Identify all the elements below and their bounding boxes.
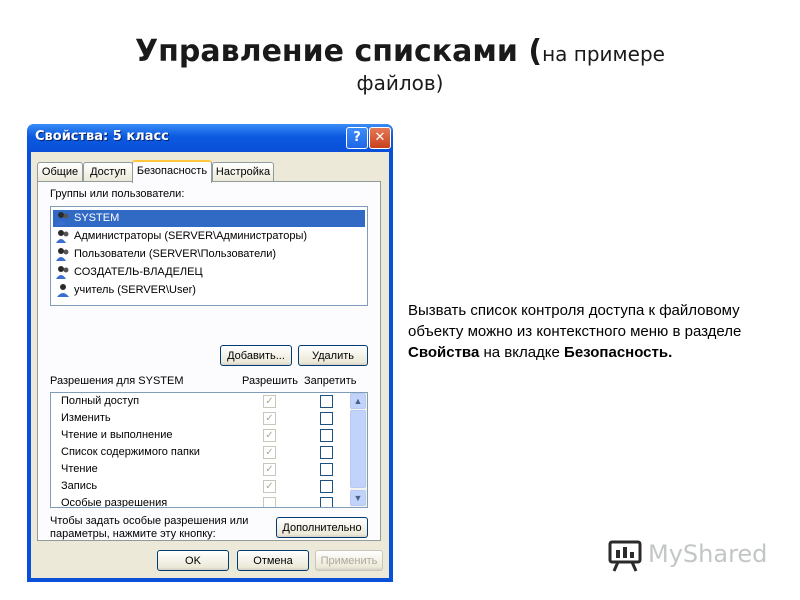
description-text: Вызвать список контроля доступа к файлов… [408, 300, 788, 363]
permissions-list[interactable]: Полный доступ ✓ Изменить ✓ Чтение и выпо… [50, 392, 368, 508]
permission-row: Изменить ✓ [51, 410, 351, 427]
list-item-user[interactable]: СОЗДАТЕЛЬ-ВЛАДЕЛЕЦ [53, 264, 365, 281]
allow-checkbox[interactable]: ✓ [263, 480, 276, 493]
slide-title-sub-2: файлов) [356, 71, 444, 95]
cancel-button[interactable]: Отмена [237, 550, 309, 571]
description-part-1: Вызвать список контроля доступа к файлов… [408, 302, 742, 340]
tab-security[interactable]: Безопасность [132, 160, 212, 183]
myshared-logo: MyShared [608, 538, 768, 574]
user-name: Администраторы (SERVER\Администраторы) [74, 230, 308, 242]
permission-name: Полный доступ [61, 395, 140, 407]
description-part-2: на вкладке [479, 344, 565, 361]
allow-checkbox[interactable] [263, 497, 276, 507]
description-bold-properties: Свойства [408, 344, 480, 361]
presentation-board-icon [608, 540, 642, 572]
deny-checkbox[interactable] [320, 463, 333, 476]
groups-label: Группы или пользователи: [50, 188, 185, 200]
users-icon [56, 248, 69, 261]
permission-row: Запись ✓ [51, 478, 351, 495]
properties-window: Свойства: 5 класс ? ✕ Общие Доступ Безоп… [27, 124, 393, 582]
description-bold-security: Безопасность. [564, 344, 673, 361]
tab-sharing[interactable]: Доступ [83, 162, 133, 181]
ok-button[interactable]: OK [157, 550, 229, 571]
user-name: SYSTEM [74, 212, 120, 224]
permission-name: Изменить [61, 412, 111, 424]
list-item-user[interactable]: SYSTEM [53, 210, 365, 227]
users-list[interactable]: SYSTEM Администраторы (SERVER\Администра… [50, 206, 368, 306]
deny-header: Запретить [304, 375, 357, 387]
users-icon [56, 230, 69, 243]
tab-general[interactable]: Общие [37, 162, 83, 181]
permission-name: Особые разрешения [61, 497, 168, 508]
permission-row: Список содержимого папки ✓ [51, 444, 351, 461]
permissions-label: Разрешения для SYSTEM [50, 375, 184, 387]
slide-title-main: Управление списками ( [135, 34, 543, 69]
list-item-user[interactable]: Администраторы (SERVER\Администраторы) [53, 228, 365, 245]
deny-checkbox[interactable] [320, 480, 333, 493]
security-panel: Группы или пользователи: SYSTEM Админист… [37, 181, 381, 541]
help-button[interactable]: ? [346, 127, 368, 149]
logo-text: MyShared [648, 540, 768, 568]
advanced-button[interactable]: Дополнительно [276, 517, 368, 538]
deny-checkbox[interactable] [320, 412, 333, 425]
allow-header: Разрешить [242, 375, 298, 387]
allow-checkbox[interactable]: ✓ [263, 463, 276, 476]
list-item-user[interactable]: Пользователи (SERVER\Пользователи) [53, 246, 365, 263]
user-name: Пользователи (SERVER\Пользователи) [74, 248, 277, 260]
slide-title: Управление списками (на примере файлов) [0, 34, 800, 95]
deny-checkbox[interactable] [320, 497, 333, 507]
deny-checkbox[interactable] [320, 429, 333, 442]
permission-row: Полный доступ ✓ [51, 393, 351, 410]
window-client: Общие Доступ Безопасность Настройка Груп… [31, 152, 389, 578]
permission-row: Особые разрешения [51, 495, 351, 508]
deny-checkbox[interactable] [320, 395, 333, 408]
permission-name: Запись [61, 480, 98, 492]
permission-name: Список содержимого папки [61, 446, 200, 458]
scroll-up-icon[interactable]: ▲ [350, 393, 366, 409]
tab-customize[interactable]: Настройка [212, 162, 274, 181]
special-permissions-hint: Чтобы задать особые разрешения или парам… [50, 515, 249, 540]
allow-checkbox[interactable]: ✓ [263, 446, 276, 459]
window-titlebar[interactable]: Свойства: 5 класс ? ✕ [27, 124, 393, 152]
permissions-scrollbar[interactable]: ▲ ▼ [350, 393, 367, 507]
list-item-user[interactable]: учитель (SERVER\User) [53, 282, 365, 299]
user-icon [57, 284, 69, 297]
permission-name: Чтение и выполнение [61, 429, 173, 441]
permission-name: Чтение [61, 463, 98, 475]
slide-title-sub: на примере [542, 42, 665, 66]
permission-row: Чтение и выполнение ✓ [51, 427, 351, 444]
allow-checkbox[interactable]: ✓ [263, 429, 276, 442]
remove-button[interactable]: Удалить [298, 345, 368, 366]
allow-checkbox[interactable]: ✓ [263, 395, 276, 408]
add-button[interactable]: Добавить... [220, 345, 292, 366]
scroll-down-icon[interactable]: ▼ [350, 490, 366, 506]
users-icon [56, 212, 69, 225]
window-title: Свойства: 5 класс [35, 129, 169, 144]
users-icon [56, 266, 69, 279]
close-button[interactable]: ✕ [369, 127, 391, 149]
allow-checkbox[interactable]: ✓ [263, 412, 276, 425]
user-name: СОЗДАТЕЛЬ-ВЛАДЕЛЕЦ [74, 266, 203, 278]
user-name: учитель (SERVER\User) [74, 284, 196, 296]
deny-checkbox[interactable] [320, 446, 333, 459]
permission-row: Чтение ✓ [51, 461, 351, 478]
scroll-thumb[interactable] [350, 410, 366, 488]
apply-button[interactable]: Применить [315, 550, 383, 571]
